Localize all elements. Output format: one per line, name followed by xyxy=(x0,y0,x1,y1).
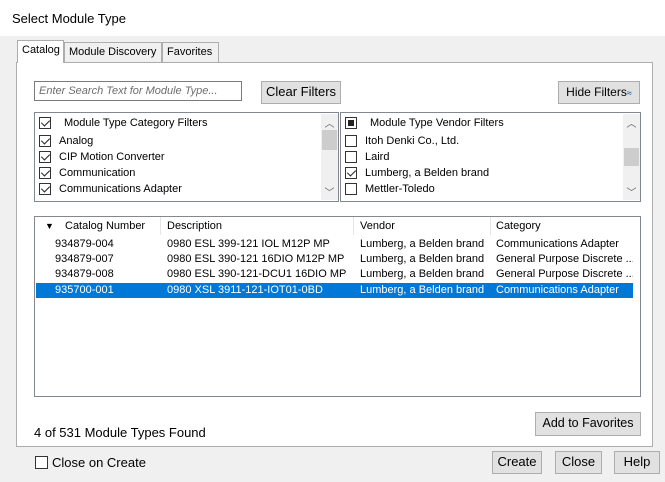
vendor-scrollbar[interactable]: ︿ ﹀ xyxy=(623,114,640,200)
category-filter-label: Communications Adapter xyxy=(59,183,182,195)
vendor-filter-header[interactable]: Module Type Vendor Filters xyxy=(345,115,504,131)
column-header-catalog[interactable]: Catalog Number xyxy=(65,220,145,232)
cell-category: General Purpose Discrete ... xyxy=(496,268,633,280)
table-header: ▼ Catalog Number Description Vendor Cate… xyxy=(35,217,640,235)
vendor-checkbox[interactable] xyxy=(345,183,357,195)
cell-vendor: Lumberg, a Belden brand xyxy=(360,238,485,250)
column-header-category[interactable]: Category xyxy=(496,220,541,232)
cell-vendor: Lumberg, a Belden brand xyxy=(360,284,485,296)
vendor-filter-item[interactable]: Mettler-Toledo xyxy=(345,181,435,197)
cell-catalog: 934879-007 xyxy=(55,253,114,265)
category-header-checkbox[interactable] xyxy=(39,117,51,129)
cell-description: 0980 ESL 399-121 IOL M12P MP xyxy=(167,238,330,250)
close-on-create-checkbox[interactable] xyxy=(35,456,48,469)
scroll-thumb[interactable] xyxy=(322,130,337,150)
category-filter-item[interactable]: Analog xyxy=(39,133,93,149)
results-count: 4 of 531 Module Types Found xyxy=(34,425,206,440)
add-to-favorites-button[interactable]: Add to Favorites xyxy=(535,412,641,436)
vendor-checkbox[interactable] xyxy=(345,151,357,163)
table-row-selected[interactable]: 935700-001 0980 XSL 3911-121-IOT01-0BD L… xyxy=(36,283,633,298)
cell-catalog: 934879-008 xyxy=(55,268,114,280)
title-bar: Select Module Type xyxy=(0,0,665,36)
tab-module-discovery[interactable]: Module Discovery xyxy=(64,42,162,62)
vendor-filter-item[interactable]: Itoh Denki Co., Ltd. xyxy=(345,133,459,149)
vendor-filter-label: Lumberg, a Belden brand xyxy=(365,167,490,179)
vendor-filter-label: Itoh Denki Co., Ltd. xyxy=(365,135,460,147)
scroll-thumb[interactable] xyxy=(624,148,639,166)
cell-vendor: Lumberg, a Belden brand xyxy=(360,268,485,280)
table-row[interactable]: 934879-004 0980 ESL 399-121 IOL M12P MP … xyxy=(36,237,633,252)
tab-catalog[interactable]: Catalog xyxy=(17,40,64,63)
category-filter-label: Analog xyxy=(59,135,94,147)
vendor-header-checkbox[interactable] xyxy=(345,117,357,129)
cell-catalog: 934879-004 xyxy=(55,238,114,250)
category-filter-item[interactable]: Communications Adapter xyxy=(39,181,182,197)
scroll-down-icon[interactable]: ﹀ xyxy=(623,184,640,199)
category-filter-header-label: Module Type Category Filters xyxy=(64,117,208,129)
collapse-chevron-icon: ≈ xyxy=(626,88,632,98)
vendor-filter-list[interactable]: Module Type Vendor Filters Itoh Denki Co… xyxy=(340,112,641,202)
category-filter-list[interactable]: Module Type Category Filters Analog CIP … xyxy=(34,112,339,202)
vendor-filter-item[interactable]: Laird xyxy=(345,149,389,165)
category-checkbox[interactable] xyxy=(39,183,51,195)
category-checkbox[interactable] xyxy=(39,167,51,179)
results-table[interactable]: ▼ Catalog Number Description Vendor Cate… xyxy=(34,216,641,397)
tab-module-discovery-label: Module Discovery xyxy=(69,46,157,58)
sort-down-icon[interactable]: ▼ xyxy=(45,221,54,231)
category-filter-header[interactable]: Module Type Category Filters xyxy=(39,115,207,131)
clear-filters-button[interactable]: Clear Filters xyxy=(261,81,341,104)
vendor-filter-header-label: Module Type Vendor Filters xyxy=(370,117,504,129)
tab-catalog-label: Catalog xyxy=(22,44,60,56)
vendor-filter-item[interactable]: Lumberg, a Belden brand xyxy=(345,165,489,181)
scroll-up-icon[interactable]: ︿ xyxy=(321,115,338,130)
hide-filters-button[interactable]: Hide Filters≈ xyxy=(558,81,640,104)
cell-description: 0980 XSL 3911-121-IOT01-0BD xyxy=(167,284,323,296)
column-header-description[interactable]: Description xyxy=(167,220,222,232)
cell-description: 0980 ESL 390-121 16DIO M12P MP xyxy=(167,253,345,265)
vendor-filter-label: Mettler-Toledo xyxy=(365,183,435,195)
tab-favorites-label: Favorites xyxy=(167,46,213,58)
cell-category: Communications Adapter xyxy=(496,284,619,296)
close-on-create-option[interactable]: Close on Create xyxy=(35,455,146,470)
cell-category: Communications Adapter xyxy=(496,238,619,250)
category-checkbox[interactable] xyxy=(39,135,51,147)
tab-favorites[interactable]: Favorites xyxy=(162,42,219,62)
category-scrollbar[interactable]: ︿ ﹀ xyxy=(321,114,338,200)
category-filter-item[interactable]: Communication xyxy=(39,165,135,181)
category-filter-label: Communication xyxy=(59,167,136,179)
table-row[interactable]: 934879-007 0980 ESL 390-121 16DIO M12P M… xyxy=(36,252,633,267)
scroll-down-icon[interactable]: ﹀ xyxy=(321,184,338,199)
vendor-checkbox[interactable] xyxy=(345,167,357,179)
window-title: Select Module Type xyxy=(12,11,126,26)
cell-description: 0980 ESL 390-121-DCU1 16DIO MP xyxy=(167,268,347,280)
scroll-up-icon[interactable]: ︿ xyxy=(623,115,640,130)
vendor-checkbox[interactable] xyxy=(345,135,357,147)
table-row[interactable]: 934879-008 0980 ESL 390-121-DCU1 16DIO M… xyxy=(36,267,633,282)
category-checkbox[interactable] xyxy=(39,151,51,163)
column-header-vendor[interactable]: Vendor xyxy=(360,220,395,232)
cell-catalog: 935700-001 xyxy=(55,284,114,296)
cell-category: General Purpose Discrete ... xyxy=(496,253,633,265)
close-on-create-label: Close on Create xyxy=(52,455,146,470)
hide-filters-label: Hide Filters xyxy=(566,85,627,99)
vendor-filter-label: Laird xyxy=(365,151,390,163)
cell-vendor: Lumberg, a Belden brand xyxy=(360,253,485,265)
help-button[interactable]: Help xyxy=(614,451,660,474)
category-filter-label: CIP Motion Converter xyxy=(59,151,165,163)
category-filter-item[interactable]: CIP Motion Converter xyxy=(39,149,165,165)
close-button[interactable]: Close xyxy=(555,451,602,474)
search-input[interactable]: Enter Search Text for Module Type... xyxy=(34,81,242,101)
create-button[interactable]: Create xyxy=(492,451,542,474)
